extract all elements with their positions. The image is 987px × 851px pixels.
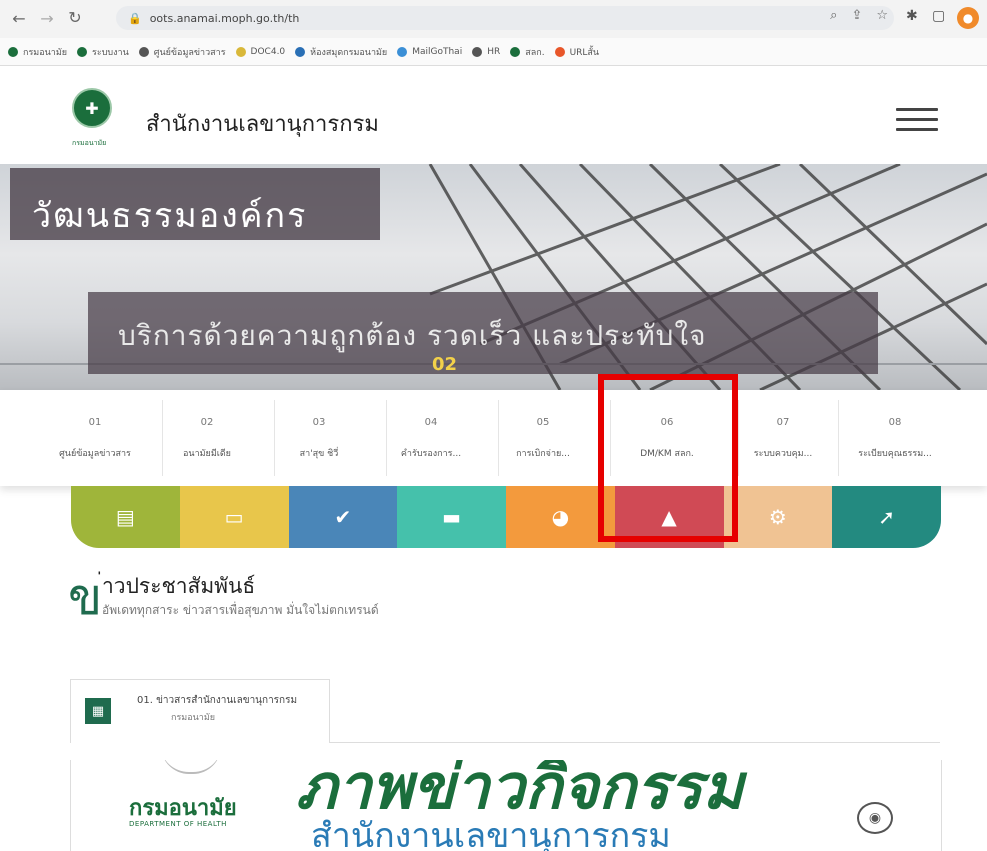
hero-subtitle: บริการด้วยความถูกต้อง รวดเร็ว และประทับใ… bbox=[118, 319, 707, 352]
bookmark-item[interactable]: DOC4.0 bbox=[235, 46, 285, 57]
banner-org-english: DEPARTMENT OF HEALTH bbox=[129, 820, 227, 828]
share-icon[interactable]: ⇪ bbox=[851, 8, 862, 23]
reload-icon[interactable]: ↻ bbox=[62, 8, 88, 27]
seal-arc bbox=[161, 760, 221, 774]
bookmark-item[interactable]: HR bbox=[472, 46, 500, 57]
gavel-icon[interactable]: ➚ bbox=[832, 486, 941, 548]
hero-banner: วัฒนธรรมองค์กร บริการด้วยความถูกต้อง รวด… bbox=[0, 164, 987, 390]
category-icon-bar: ▤ ▭ ✔ ▬ ◕ ▲ ⚙ ➚ bbox=[71, 486, 941, 548]
category-tabs: 01 ศูนย์ข้อมูลข่าวสาร 02 อนามัยมีเดีย 03… bbox=[0, 390, 987, 486]
bookmark-item[interactable]: กรมอนามัย bbox=[8, 45, 67, 59]
camera-icon: ◉ bbox=[857, 802, 893, 834]
tab-label: สา'สุข ชิวี่ bbox=[299, 449, 339, 459]
tab-06[interactable]: 06 DM/KM สลก. bbox=[622, 390, 712, 486]
tab-number: 08 bbox=[888, 417, 902, 428]
tab-number: 01 bbox=[88, 417, 102, 428]
tab-number: 03 bbox=[312, 417, 326, 428]
tab-01[interactable]: 01 ศูนย์ข้อมูลข่าวสาร bbox=[50, 390, 140, 486]
zoom-icon[interactable]: ⌕ bbox=[830, 8, 837, 23]
news-tab-01[interactable]: ▦ 01. ข่าวสารสำนักงานเลขานุการกรม กรมอนา… bbox=[70, 679, 330, 743]
tab-02[interactable]: 02 อนามัยมีเดีย bbox=[162, 390, 252, 486]
address-bar[interactable]: 🔒 oots.anamai.moph.go.th/th ⌕ ⇪ ☆ bbox=[116, 6, 894, 30]
document-icon[interactable]: ▭ bbox=[179, 486, 289, 548]
browser-toolbar: ← → ↻ 🔒 oots.anamai.moph.go.th/th ⌕ ⇪ ☆ … bbox=[0, 0, 987, 38]
building-icon: ▦ bbox=[85, 698, 111, 724]
logo-icon[interactable]: ✚ bbox=[72, 88, 112, 128]
archive-icon[interactable]: ▬ bbox=[397, 486, 506, 548]
tab-number: 07 bbox=[776, 417, 790, 428]
bookmarks-bar: กรมอนามัย ระบบงาน ศูนย์ข้อมูลข่าวสาร DOC… bbox=[0, 38, 987, 66]
slide-number[interactable]: 02 bbox=[432, 354, 457, 375]
tab-label: คำรับรองการ... bbox=[400, 449, 462, 459]
bookmark-item[interactable]: ห้องสมุดกรมอนามัย bbox=[295, 45, 387, 59]
divider bbox=[330, 742, 940, 743]
tab-05[interactable]: 05 การเบิกจ่าย... bbox=[498, 390, 588, 486]
check-icon[interactable]: ✔ bbox=[288, 486, 398, 548]
pie-chart-icon[interactable]: ◕ bbox=[506, 486, 615, 548]
lock-icon[interactable]: 🔒 bbox=[128, 12, 142, 25]
hero-title: วัฒนธรรมองค์กร bbox=[32, 196, 308, 236]
hero-title-box: วัฒนธรรมองค์กร bbox=[10, 168, 380, 240]
hero-subtitle-box: บริการด้วยความถูกต้อง รวดเร็ว และประทับใ… bbox=[88, 292, 878, 374]
graduation-cap-icon[interactable]: ▲ bbox=[614, 486, 724, 548]
news-tab-title: 01. ข่าวสารสำนักงานเลขานุการกรม bbox=[137, 695, 298, 706]
tab-03[interactable]: 03 สา'สุข ชิวี่ bbox=[274, 390, 364, 486]
back-icon[interactable]: ← bbox=[6, 9, 32, 28]
tab-04[interactable]: 04 คำรับรองการ... bbox=[386, 390, 476, 486]
logo-caption: กรมอนามัย bbox=[72, 139, 107, 147]
news-title-glyph: ข bbox=[68, 568, 103, 626]
tab-label: ระบบควบคุม... bbox=[753, 449, 813, 459]
star-icon[interactable]: ☆ bbox=[876, 8, 888, 23]
banner-office-name: สำนักงานเลขานุการกรม bbox=[311, 816, 671, 851]
bookmark-item[interactable]: ระบบงาน bbox=[77, 45, 129, 59]
tab-number: 06 bbox=[660, 417, 674, 428]
bookmark-item[interactable]: สลก. bbox=[510, 45, 545, 59]
profile-avatar[interactable]: ● bbox=[957, 7, 979, 29]
news-section-title: ่าวประชาสัมพันธ์ bbox=[102, 574, 256, 598]
tab-label: ศูนย์ข้อมูลข่าวสาร bbox=[59, 449, 131, 459]
tab-number: 04 bbox=[424, 417, 438, 428]
bookmark-item[interactable]: MailGoThai bbox=[397, 46, 462, 57]
bookmark-item[interactable]: ศูนย์ข้อมูลข่าวสาร bbox=[138, 45, 226, 59]
clipboard-icon[interactable]: ▤ bbox=[71, 486, 180, 548]
url-text[interactable]: oots.anamai.moph.go.th/th bbox=[150, 12, 300, 25]
site-title[interactable]: สำนักงานเลขานุการกรม bbox=[146, 106, 379, 141]
menu-icon[interactable] bbox=[896, 108, 938, 134]
news-section-subtitle: อัพเดททุกสาระ ข่าวสารเพื่อสุขภาพ มั่นใจไ… bbox=[102, 603, 379, 617]
tab-label: ระเบียบคุณธรรม... bbox=[858, 449, 932, 459]
bookmark-item[interactable]: URLสั้น bbox=[554, 45, 599, 59]
tab-number: 05 bbox=[536, 417, 550, 428]
tab-label: อนามัยมีเดีย bbox=[183, 449, 231, 459]
gear-icon[interactable]: ⚙ bbox=[723, 486, 833, 548]
forward-icon[interactable]: → bbox=[34, 9, 60, 28]
tab-label: การเบิกจ่าย... bbox=[516, 449, 570, 459]
extensions-icon[interactable]: ✱ bbox=[906, 8, 918, 24]
site-header: ✚ กรมอนามัย สำนักงานเลขานุการกรม bbox=[0, 66, 987, 164]
window-icon[interactable]: ▢ bbox=[932, 8, 945, 24]
tab-07[interactable]: 07 ระบบควบคุม... bbox=[738, 390, 828, 486]
tab-08[interactable]: 08 ระเบียบคุณธรรม... bbox=[850, 390, 940, 486]
news-banner-image[interactable]: ภาพข่าวกิจกรรม กรมอนามัย DEPARTMENT OF H… bbox=[70, 760, 942, 851]
tab-label: DM/KM สลก. bbox=[640, 449, 694, 459]
tab-number: 02 bbox=[200, 417, 214, 428]
news-tab-subtitle: กรมอนามัย bbox=[171, 713, 216, 723]
